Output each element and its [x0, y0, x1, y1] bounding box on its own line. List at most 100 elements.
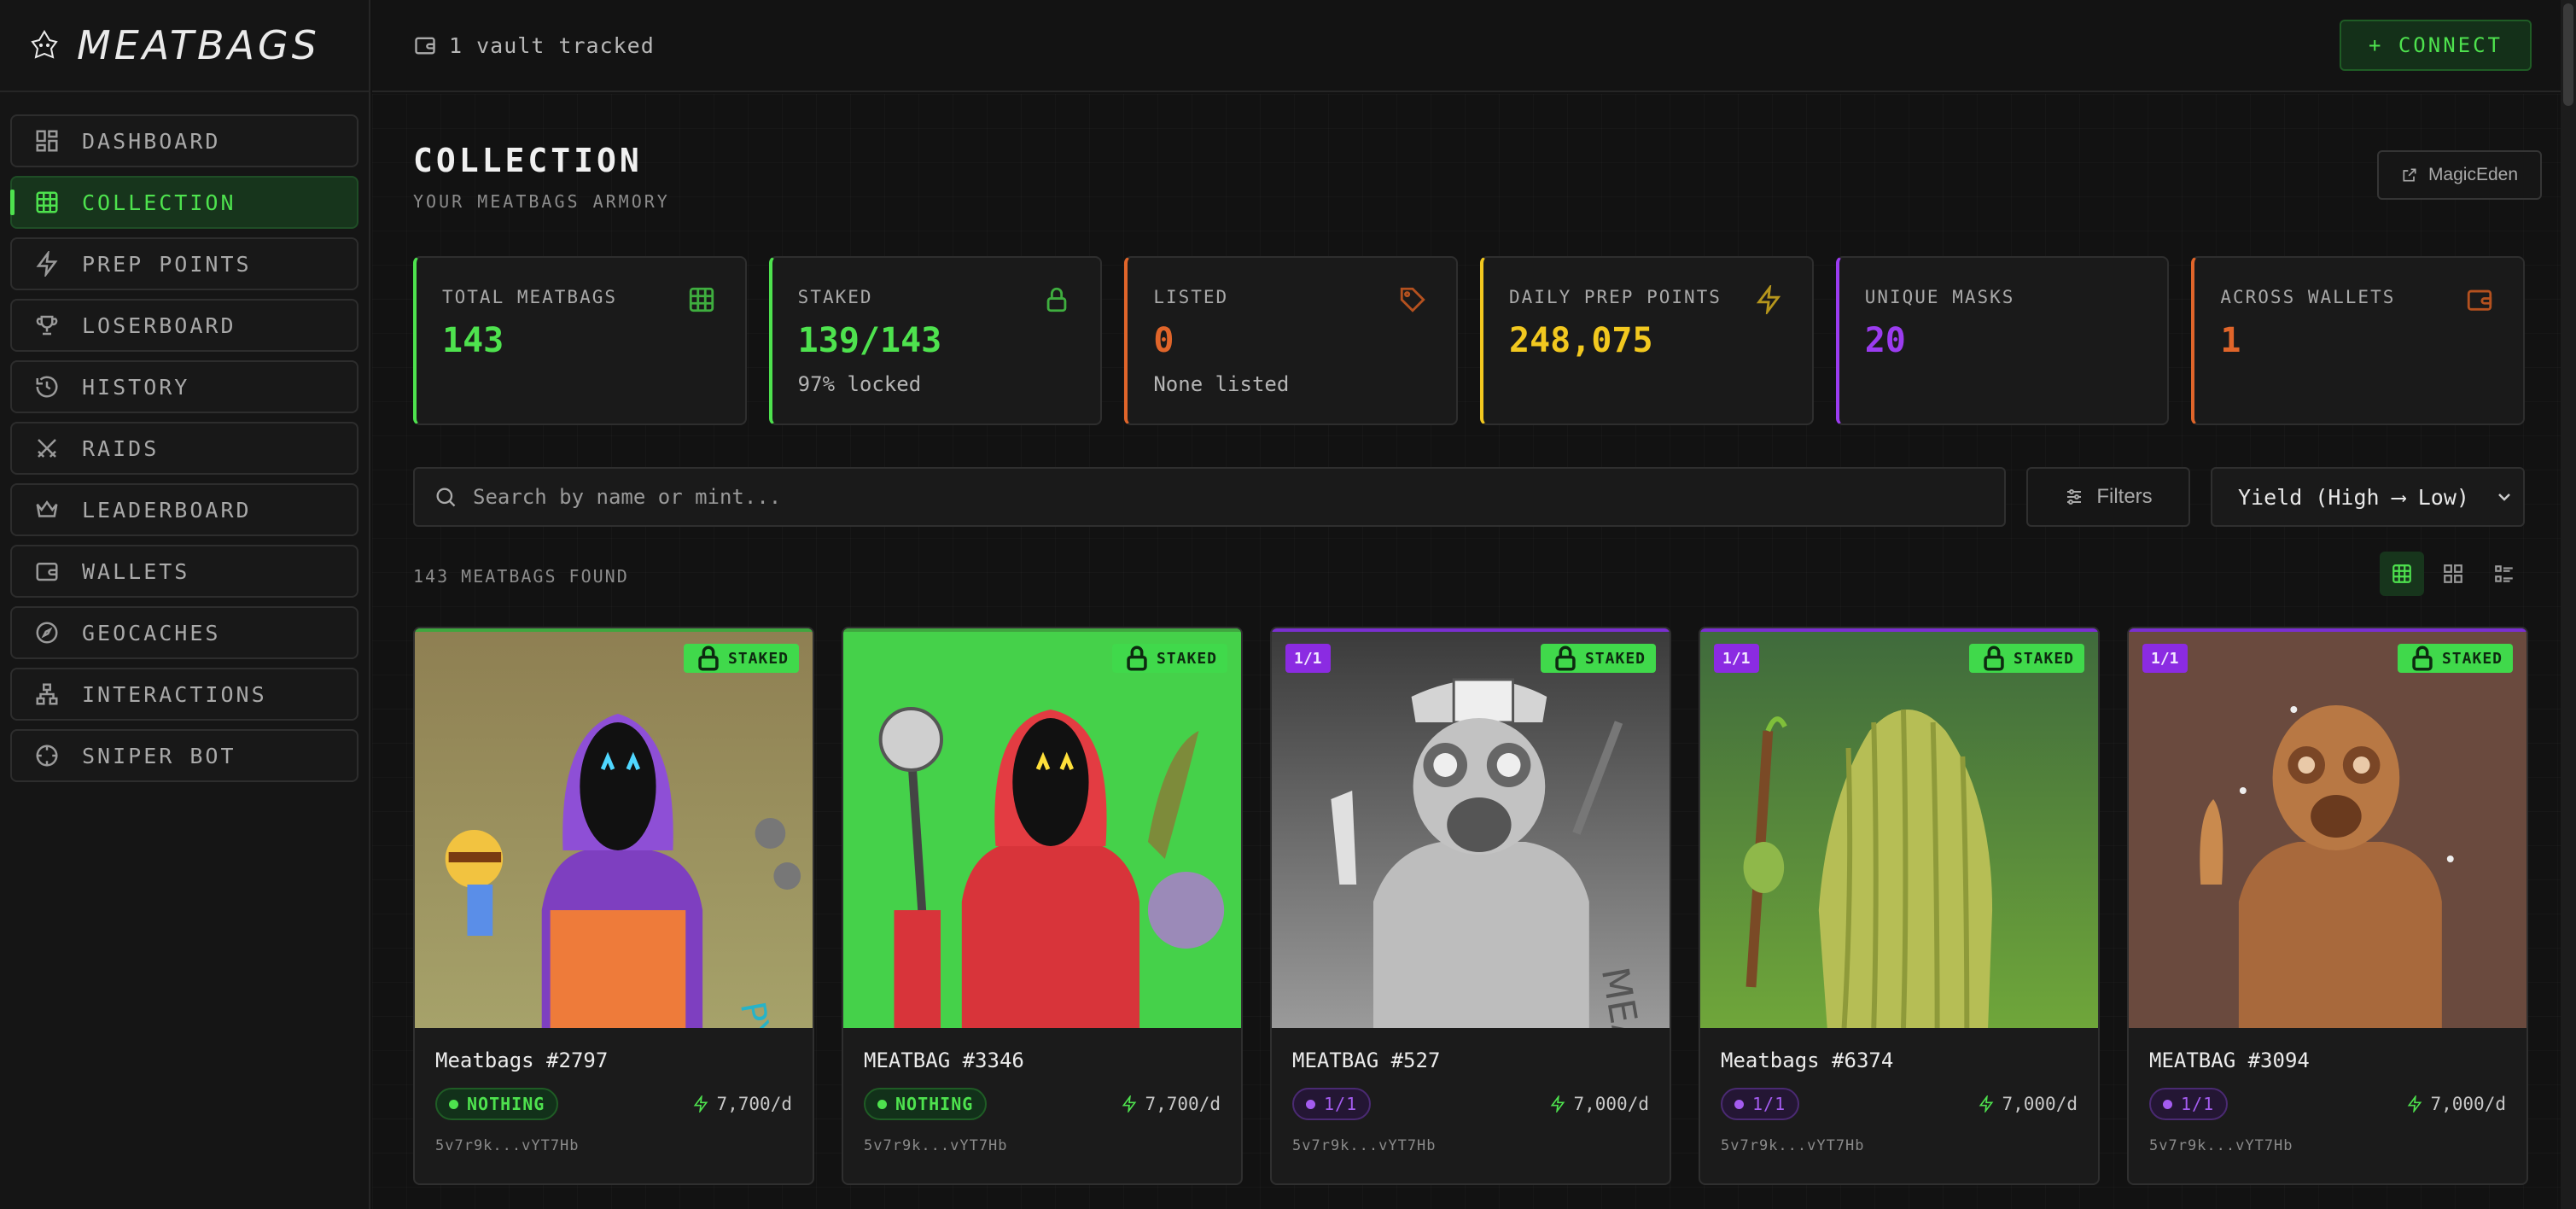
- staked-badge: STAKED: [2397, 644, 2513, 673]
- stat-value: 139/143: [797, 321, 942, 360]
- search-box[interactable]: [413, 467, 2006, 527]
- nft-wallet: 5v7r9k...vYT7Hb: [1292, 1137, 1437, 1154]
- results-count: 143 MEATBAGS FOUND: [413, 566, 629, 587]
- nft-artwork: [1700, 628, 2098, 1028]
- nft-wallet: 5v7r9k...vYT7Hb: [435, 1137, 580, 1154]
- nft-artwork: [843, 628, 1241, 1028]
- search-icon: [436, 488, 456, 507]
- nft-meta: NOTHING 7,700/d: [435, 1088, 792, 1120]
- nft-meta: 1/1 7,000/d: [1721, 1088, 2078, 1120]
- sidebar-item-label: SNIPER BOT: [82, 743, 236, 768]
- staked-badge-label: STAKED: [1584, 649, 1646, 668]
- stat-value: 1: [2220, 321, 2241, 360]
- nft-name: Meatbags #2797: [435, 1048, 609, 1072]
- sidebar-item-wallets[interactable]: WALLETS: [10, 545, 358, 598]
- sidebar-item-history[interactable]: HISTORY: [10, 360, 358, 413]
- sort-select[interactable]: Yield (High ⟶ Low): [2211, 467, 2525, 527]
- nft-card[interactable]: 1/1 STAKED MEATBAG #3094 1/1 7,000/d 5v7…: [2127, 627, 2528, 1185]
- view-toggles: [2380, 552, 2526, 596]
- search-input[interactable]: [473, 485, 2004, 509]
- trait-dot: [1734, 1099, 1744, 1109]
- sidebar-item-raids[interactable]: RAIDS: [10, 422, 358, 475]
- card-accent-line: [415, 628, 813, 632]
- sidebar-item-label: HISTORY: [82, 374, 190, 400]
- trait-label: 1/1: [1752, 1094, 1786, 1114]
- crosshair-icon: [36, 745, 58, 767]
- nft-name: MEATBAG #527: [1292, 1048, 1441, 1072]
- sidebar-item-collection[interactable]: COLLECTION: [10, 176, 358, 229]
- staked-badge-label: STAKED: [2441, 649, 2503, 668]
- vault-count-text: 1 vault tracked: [449, 32, 655, 58]
- nft-card[interactable]: STAKED MEATBAG #3346 NOTHING 7,700/d 5v7…: [842, 627, 1243, 1185]
- sidebar-item-loserboard[interactable]: LOSERBOARD: [10, 299, 358, 352]
- stat-subtext: 97% locked: [797, 372, 922, 396]
- trait-dot: [449, 1099, 458, 1109]
- stat-subtext: None listed: [1153, 372, 1290, 396]
- lock-icon: [1555, 645, 1576, 671]
- trait-pill: NOTHING: [435, 1088, 559, 1120]
- nft-card[interactable]: PYCH STAKED Meatbags #2797 NOTHING 7,700…: [413, 627, 814, 1185]
- nft-card[interactable]: MEA 1/1 STAKED MEATBAG #527 1/1 7,000/d …: [1270, 627, 1671, 1185]
- page-scrollbar[interactable]: [2561, 0, 2576, 1209]
- magiceden-button[interactable]: MagicEden: [2376, 150, 2542, 200]
- sidebar-item-sniper-bot[interactable]: SNIPER BOT: [10, 729, 358, 782]
- yield-value: 7,000/d: [2002, 1094, 2078, 1114]
- sort-selected-value: Yield (High ⟶ Low): [2238, 484, 2469, 510]
- view-list-button[interactable]: [2482, 552, 2526, 596]
- sidebar-item-prep-points[interactable]: PREP POINTS: [10, 237, 358, 290]
- nft-image: STAKED: [843, 628, 1241, 1028]
- lock-icon: [698, 645, 719, 671]
- sidebar-item-label: LOSERBOARD: [82, 312, 236, 338]
- scrollbar-thumb[interactable]: [2563, 3, 2573, 106]
- staked-badge-label: STAKED: [727, 649, 789, 668]
- nft-artwork: [2129, 628, 2526, 1028]
- view-grid-large-button[interactable]: [2380, 552, 2424, 596]
- stat-label: UNIQUE MASKS: [1864, 287, 2015, 307]
- yield-value: 7,700/d: [1145, 1094, 1221, 1114]
- brand[interactable]: MEATBAGS: [0, 0, 369, 92]
- nft-yield: 7,000/d: [2406, 1094, 2506, 1114]
- four-squares-icon: [2444, 564, 2462, 583]
- nft-wallet: 5v7r9k...vYT7Hb: [864, 1137, 1008, 1154]
- stat-value: 248,075: [1509, 321, 1653, 360]
- filters-button[interactable]: Filters: [2026, 467, 2190, 527]
- nft-wallet: 5v7r9k...vYT7Hb: [2149, 1137, 2293, 1154]
- nft-meta: 1/1 7,000/d: [2149, 1088, 2506, 1120]
- lightning-icon: [36, 251, 58, 277]
- trait-pill: NOTHING: [864, 1088, 988, 1120]
- sidebar-item-interactions[interactable]: INTERACTIONS: [10, 668, 358, 721]
- view-grid-small-button[interactable]: [2431, 552, 2475, 596]
- nft-artwork: PYCH: [415, 628, 813, 1028]
- yield-value: 7,000/d: [2430, 1094, 2506, 1114]
- meatbag-logo-icon: [31, 30, 58, 59]
- stat-across-wallets: ACROSS WALLETS 1: [2191, 256, 2526, 425]
- trait-label: 1/1: [1324, 1094, 1358, 1114]
- sidebar-item-leaderboard[interactable]: LEADERBOARD: [10, 483, 358, 536]
- nft-card[interactable]: 1/1 STAKED Meatbags #6374 1/1 7,000/d 5v…: [1699, 627, 2100, 1185]
- sidebar-item-geocaches[interactable]: GEOCACHES: [10, 606, 358, 659]
- trait-dot: [1306, 1099, 1315, 1109]
- stat-daily-prep-points: DAILY PREP POINTS 248,075: [1480, 256, 1814, 425]
- connect-button[interactable]: + CONNECT: [2339, 20, 2532, 71]
- wallet-icon: [415, 37, 435, 55]
- stat-unique-masks: UNIQUE MASKS 20: [1835, 256, 2170, 425]
- wallet-icon: [36, 563, 58, 581]
- topbar: 1 vault tracked + CONNECT: [372, 0, 2561, 92]
- staked-badge: STAKED: [683, 644, 799, 673]
- card-accent-line: [2129, 628, 2526, 632]
- stat-total-meatbags: TOTAL MEATBAGS 143: [413, 256, 747, 425]
- stat-value: 0: [1153, 321, 1174, 360]
- sidebar-item-dashboard[interactable]: DASHBOARD: [10, 114, 358, 167]
- nft-image: MEA 1/1 STAKED: [1272, 628, 1670, 1028]
- trait-pill: 1/1: [1721, 1088, 1800, 1120]
- vault-status: 1 vault tracked: [413, 33, 655, 58]
- nft-yield: 7,700/d: [1121, 1094, 1221, 1114]
- grid-icon: [689, 287, 714, 312]
- staked-badge-label: STAKED: [2013, 649, 2074, 668]
- nft-yield: 7,000/d: [1978, 1094, 2078, 1114]
- nft-yield: 7,000/d: [1549, 1094, 1649, 1114]
- trophy-icon: [36, 315, 58, 336]
- card-accent-line: [1272, 628, 1670, 632]
- lightning-icon: [694, 1095, 708, 1113]
- lightning-icon: [1756, 285, 1780, 314]
